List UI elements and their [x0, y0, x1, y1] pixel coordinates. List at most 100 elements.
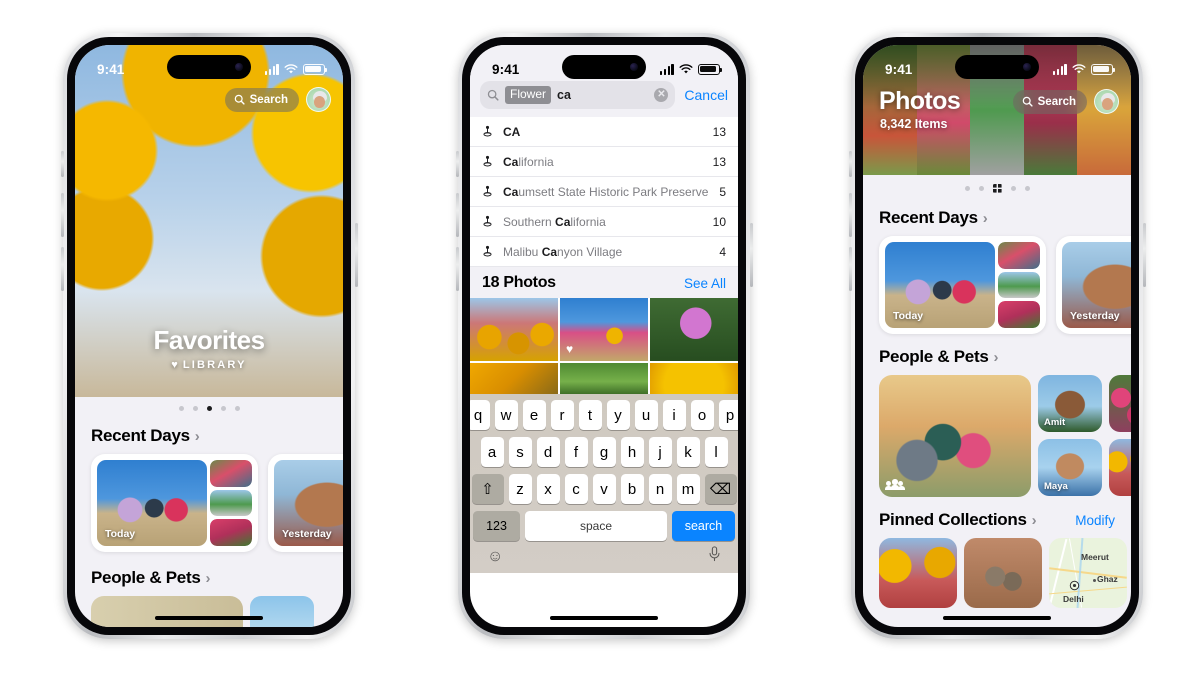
search-button[interactable]: Search — [224, 87, 299, 112]
section-header-pinned-collections[interactable]: Pinned Collections › Modify — [863, 497, 1131, 538]
key-z[interactable]: z — [508, 474, 532, 504]
volume-down-button[interactable] — [848, 247, 852, 291]
page-dot[interactable] — [192, 406, 198, 411]
mute-switch[interactable] — [60, 151, 64, 177]
photo-cell[interactable] — [650, 363, 738, 394]
recent-day-card[interactable]: Today — [91, 454, 258, 552]
person-thumb[interactable]: Amit — [1038, 375, 1102, 432]
section-header-recent-days-1[interactable]: Recent Days › — [75, 417, 343, 454]
people-photo[interactable] — [91, 596, 243, 627]
recent-day-card[interactable]: Today — [879, 236, 1046, 334]
search-token[interactable]: Flower — [505, 86, 552, 104]
power-button[interactable] — [749, 223, 753, 287]
section-header-recent-days-3[interactable]: Recent Days › — [863, 199, 1131, 236]
key-e[interactable]: e — [522, 400, 546, 430]
key-b[interactable]: b — [620, 474, 644, 504]
volume-down-button[interactable] — [60, 247, 64, 291]
key-u[interactable]: u — [634, 400, 658, 430]
key-s[interactable]: s — [508, 437, 532, 467]
photo-cell[interactable] — [470, 298, 558, 361]
photo-cell[interactable] — [650, 298, 738, 361]
recent-days-row-1[interactable]: Today Yesterday — [75, 454, 343, 552]
list-item[interactable]: CA 13 — [470, 117, 738, 147]
space-key[interactable]: space — [525, 511, 667, 541]
microphone-icon[interactable] — [708, 546, 721, 567]
collection-tile[interactable] — [879, 538, 957, 608]
key-g[interactable]: g — [592, 437, 616, 467]
key-l[interactable]: l — [704, 437, 728, 467]
page-dot[interactable] — [220, 406, 226, 411]
search-input[interactable]: Flower ca ✕ — [480, 81, 676, 109]
numbers-key[interactable]: 123 — [473, 511, 520, 541]
recent-day-card[interactable]: Yesterday — [268, 454, 343, 552]
group-photo[interactable] — [879, 375, 1031, 497]
key-c[interactable]: c — [564, 474, 588, 504]
emoji-icon[interactable]: ☺ — [487, 548, 503, 566]
see-all-button[interactable]: See All — [684, 276, 726, 291]
page-dot-active[interactable] — [206, 406, 212, 411]
backspace-key[interactable]: ⌫ — [704, 474, 737, 504]
page-dots-1[interactable] — [75, 397, 343, 417]
shift-key[interactable]: ⇧ — [471, 474, 504, 504]
section-header-people-pets-3[interactable]: People & Pets › — [863, 334, 1131, 375]
pinned-collections-row[interactable]: Meerut Ghaz Delhi — [863, 538, 1131, 608]
page-dot[interactable] — [978, 186, 984, 191]
key-x[interactable]: x — [536, 474, 560, 504]
home-indicator[interactable] — [550, 615, 658, 620]
mute-switch[interactable] — [848, 151, 852, 177]
search-button[interactable]: Search — [1012, 89, 1087, 114]
key-k[interactable]: k — [676, 437, 700, 467]
cancel-button[interactable]: Cancel — [684, 87, 728, 103]
list-item[interactable]: Malibu Canyon Village 4 — [470, 237, 738, 267]
list-item[interactable]: California 13 — [470, 147, 738, 177]
results-photo-grid[interactable]: ♥ — [470, 298, 738, 394]
page-dots-3[interactable] — [863, 175, 1131, 199]
list-item[interactable]: Caumsett State Historic Park Preserve 5 — [470, 177, 738, 207]
person-thumb[interactable] — [1109, 439, 1131, 496]
mute-switch[interactable] — [455, 151, 459, 177]
volume-down-button[interactable] — [455, 247, 459, 291]
home-indicator[interactable] — [155, 615, 263, 620]
page-dot-active-grid[interactable] — [992, 184, 1002, 193]
power-button[interactable] — [354, 223, 358, 287]
photo-cell[interactable] — [560, 363, 648, 394]
volume-up-button[interactable] — [455, 193, 459, 237]
page-dot[interactable] — [964, 186, 970, 191]
person-thumb[interactable]: Maya — [1038, 439, 1102, 496]
collection-tile[interactable] — [964, 538, 1042, 608]
key-r[interactable]: r — [550, 400, 574, 430]
page-dot[interactable] — [234, 406, 240, 411]
recent-day-card[interactable]: Yesterday — [1056, 236, 1131, 334]
person-thumb[interactable] — [250, 596, 314, 627]
key-w[interactable]: w — [494, 400, 518, 430]
recent-days-row-3[interactable]: Today Yesterday — [863, 236, 1131, 334]
key-q[interactable]: q — [470, 400, 490, 430]
photo-cell[interactable]: ♥ — [560, 298, 648, 361]
key-f[interactable]: f — [564, 437, 588, 467]
volume-up-button[interactable] — [60, 193, 64, 237]
people-pets-row-3[interactable]: Amit Maya — [863, 375, 1131, 497]
key-t[interactable]: t — [578, 400, 602, 430]
page-dot[interactable] — [1010, 186, 1016, 191]
page-dot[interactable] — [178, 406, 184, 411]
key-v[interactable]: v — [592, 474, 616, 504]
key-y[interactable]: y — [606, 400, 630, 430]
key-n[interactable]: n — [648, 474, 672, 504]
key-m[interactable]: m — [676, 474, 700, 504]
modify-button[interactable]: Modify — [1075, 513, 1115, 528]
key-p[interactable]: p — [718, 400, 738, 430]
collection-tile-map[interactable]: Meerut Ghaz Delhi — [1049, 538, 1127, 608]
people-pets-row-1[interactable] — [75, 596, 343, 627]
volume-up-button[interactable] — [848, 193, 852, 237]
home-indicator[interactable] — [943, 615, 1051, 620]
keyboard[interactable]: q w e r t y u i o p a s d f g h j k l ⇧ … — [470, 394, 738, 573]
avatar[interactable] — [306, 87, 331, 112]
page-dot[interactable] — [1024, 186, 1030, 191]
key-i[interactable]: i — [662, 400, 686, 430]
search-return-key[interactable]: search — [672, 511, 735, 541]
key-o[interactable]: o — [690, 400, 714, 430]
featured-hero-1[interactable]: Search Favorites ♥ LIBRARY — [75, 45, 343, 397]
section-header-people-pets-1[interactable]: People & Pets › — [75, 552, 343, 596]
photo-cell[interactable] — [470, 363, 558, 394]
person-thumb[interactable] — [1109, 375, 1131, 432]
